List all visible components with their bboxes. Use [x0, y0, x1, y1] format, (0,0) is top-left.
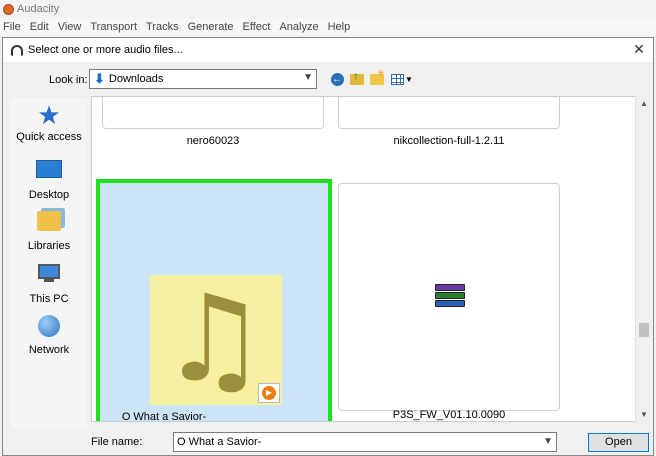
back-icon: ←	[330, 72, 344, 86]
menu-file[interactable]: File	[0, 21, 27, 33]
new-folder-button[interactable]	[369, 68, 385, 87]
dialog-titlebar: Select one or more audio files...	[3, 38, 653, 62]
menu-help[interactable]: Help	[325, 21, 357, 33]
place-label: Desktop	[28, 189, 70, 201]
file-name-label: File name:	[91, 436, 143, 448]
look-in-value: Downloads	[108, 73, 164, 85]
folder-tile[interactable]	[338, 97, 560, 129]
menu-effect[interactable]: Effect	[240, 21, 277, 33]
folder-tile[interactable]	[102, 97, 324, 129]
scroll-down-icon[interactable]: ▼	[636, 410, 652, 419]
winrar-archive-icon	[435, 284, 467, 314]
chevron-down-icon: ▼	[405, 74, 413, 84]
places-bar: ★ Quick access Desktop Libraries This PC…	[11, 98, 87, 428]
file-name-input[interactable]: O What a Savior- ▼	[173, 432, 557, 452]
archive-tile[interactable]	[338, 183, 560, 411]
app-title: Audacity	[17, 3, 60, 15]
place-label: Network	[28, 344, 70, 356]
back-button[interactable]: ←	[329, 71, 345, 87]
file-name-label[interactable]: P3S_FW_V01.10.0090	[338, 409, 560, 421]
close-icon[interactable]: ✕	[631, 41, 647, 57]
open-button[interactable]: Open	[588, 433, 649, 452]
scroll-up-icon[interactable]: ▲	[636, 99, 652, 108]
chevron-down-icon[interactable]: ▼	[543, 433, 553, 451]
chevron-down-icon: ▼	[303, 72, 313, 83]
download-arrow-icon: ⬇	[94, 71, 105, 86]
menubar: File Edit View Transport Tracks Generate…	[0, 18, 656, 36]
view-menu-icon	[391, 73, 405, 85]
menu-generate[interactable]: Generate	[185, 21, 240, 33]
scroll-thumb[interactable]	[639, 323, 649, 337]
audacity-logo-icon	[3, 3, 14, 15]
menu-edit[interactable]: Edit	[27, 21, 55, 33]
place-this-pc[interactable]: This PC	[11, 261, 87, 309]
media-player-badge: ▶	[258, 383, 280, 403]
place-label: Quick access	[16, 131, 82, 143]
network-icon	[38, 315, 60, 337]
app-titlebar: Audacity	[0, 0, 656, 18]
file-name-label[interactable]: nikcollection-full-1.2.11	[338, 135, 560, 147]
place-libraries[interactable]: Libraries	[11, 208, 87, 256]
star-icon: ★	[37, 100, 61, 130]
open-file-dialog: Select one or more audio files... ✕ Look…	[2, 37, 654, 456]
headphones-icon	[11, 44, 23, 56]
place-network[interactable]: Network	[11, 313, 87, 361]
menu-tracks[interactable]: Tracks	[143, 21, 185, 33]
dialog-title: Select one or more audio files...	[28, 44, 183, 56]
menu-view[interactable]: View	[55, 21, 88, 33]
place-desktop[interactable]: Desktop	[11, 156, 87, 204]
computer-icon	[38, 264, 60, 279]
file-name-value: O What a Savior-	[177, 436, 262, 448]
audio-file-thumbnail: ♫ ▶	[150, 275, 282, 405]
vertical-scrollbar[interactable]: ▲ ▼	[635, 96, 651, 422]
file-list: nero60023 nikcollection-full-1.2.11 ♫ ▶ …	[91, 96, 651, 422]
music-note-icon: ♫	[160, 270, 268, 409]
selected-file-tile[interactable]: ♫ ▶ O What a Savior-	[96, 179, 332, 422]
place-label: This PC	[29, 293, 69, 305]
libraries-icon	[37, 211, 61, 231]
place-label: Libraries	[27, 240, 71, 252]
desktop-icon	[36, 160, 62, 178]
look-in-label: Look in:	[49, 74, 88, 86]
place-quick-access[interactable]: ★ Quick access	[11, 102, 87, 150]
menu-transport[interactable]: Transport	[87, 21, 143, 33]
file-name-label: O What a Savior-	[121, 411, 207, 422]
file-name-label[interactable]: nero60023	[102, 135, 324, 147]
up-folder-icon	[350, 69, 364, 85]
play-icon: ▶	[262, 386, 276, 400]
new-folder-icon	[370, 68, 385, 85]
up-folder-button[interactable]	[349, 69, 365, 87]
menu-analyze[interactable]: Analyze	[276, 21, 324, 33]
look-in-select[interactable]: ⬇ Downloads ▼	[89, 69, 317, 89]
view-menu-button[interactable]: ▼	[391, 71, 413, 87]
